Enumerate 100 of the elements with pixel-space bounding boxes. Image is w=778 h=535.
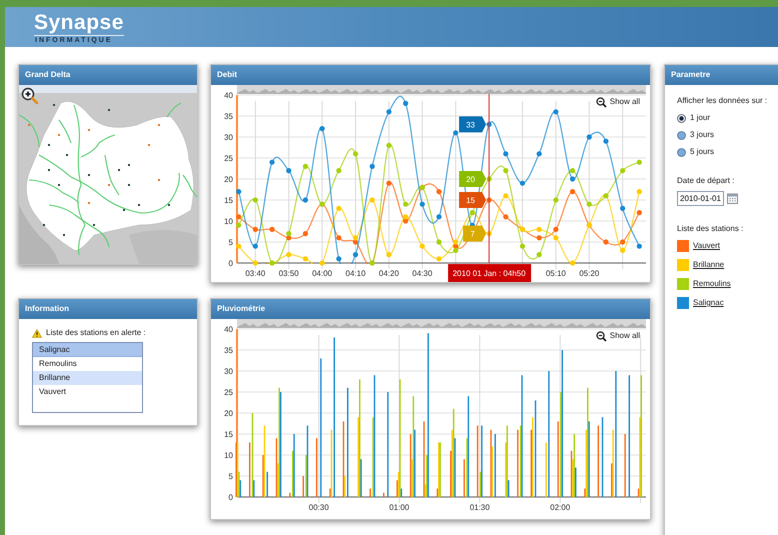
station-link[interactable]: Remoulins xyxy=(693,278,731,290)
panel-title: Information xyxy=(25,303,69,315)
x-tick-label: 02:00 xyxy=(550,503,570,512)
station-link[interactable]: Brillanne xyxy=(693,259,724,271)
calendar-icon[interactable] xyxy=(727,193,738,204)
data-point xyxy=(336,256,342,262)
data-point xyxy=(336,206,342,211)
y-tick-label: 20 xyxy=(224,409,233,418)
value-flag: 7 xyxy=(463,226,486,242)
y-tick-label: 10 xyxy=(224,451,233,460)
data-point xyxy=(536,151,542,156)
data-point xyxy=(286,252,292,258)
data-point xyxy=(553,235,558,240)
radio-label[interactable]: 5 jours xyxy=(690,146,714,158)
y-tick-label: 35 xyxy=(224,112,233,121)
data-point xyxy=(320,126,325,132)
data-point xyxy=(503,151,508,156)
data-point xyxy=(436,214,442,220)
data-point xyxy=(436,256,442,262)
data-point xyxy=(386,142,392,148)
data-point xyxy=(386,180,392,186)
station-link[interactable]: Vauvert xyxy=(693,240,720,252)
data-point xyxy=(536,235,542,240)
data-point xyxy=(603,138,609,144)
radio-label[interactable]: 1 jour xyxy=(690,112,710,124)
data-point xyxy=(336,168,342,174)
y-tick-label: 5 xyxy=(228,238,233,247)
data-point xyxy=(586,134,592,140)
data-point xyxy=(252,197,258,203)
data-point xyxy=(536,226,542,232)
alert-label: Liste des stations en alerte : xyxy=(46,327,146,339)
data-point xyxy=(236,189,242,194)
data-point xyxy=(352,151,358,156)
radio-label[interactable]: 3 jours xyxy=(690,129,714,141)
data-point xyxy=(520,180,526,186)
data-point xyxy=(420,244,425,249)
data-point xyxy=(553,109,558,114)
station-link[interactable]: Salignac xyxy=(693,297,724,309)
data-point xyxy=(302,197,308,203)
data-point xyxy=(420,202,425,207)
radio-button[interactable] xyxy=(677,148,686,156)
x-tick-label: 01:30 xyxy=(470,503,490,512)
station-list-item[interactable]: Salignac xyxy=(33,343,142,357)
station-list-item[interactable]: Brillanne xyxy=(33,371,142,385)
panel-title: Pluviométrie xyxy=(217,303,266,315)
data-point xyxy=(503,193,508,198)
y-tick-label: 10 xyxy=(224,217,233,226)
data-point xyxy=(570,176,576,182)
radio-button[interactable] xyxy=(677,130,686,140)
show-all-button[interactable]: Show all xyxy=(596,96,640,108)
station-listbox[interactable]: Salignac Remoulins Brillanne Vauvert xyxy=(32,342,143,413)
y-tick-label: 0 xyxy=(228,259,233,268)
value-flag: 15 xyxy=(459,192,486,208)
y-tick-label: 25 xyxy=(224,388,233,397)
data-point xyxy=(386,109,392,114)
y-tick-label: 0 xyxy=(228,493,233,502)
data-point xyxy=(620,239,626,245)
panel-title: Debit xyxy=(217,69,237,81)
date-input[interactable]: 2010-01-01 xyxy=(677,191,724,206)
show-all-button[interactable]: Show all xyxy=(596,330,640,342)
data-point xyxy=(636,189,642,194)
y-tick-label: 25 xyxy=(224,154,233,163)
zoom-in-icon[interactable] xyxy=(21,87,39,105)
data-point xyxy=(236,222,242,228)
data-point xyxy=(320,260,325,266)
radio-button[interactable] xyxy=(677,114,686,122)
y-tick-label: 20 xyxy=(224,175,233,184)
y-tick-label: 35 xyxy=(224,346,233,355)
data-point xyxy=(236,214,242,220)
x-tick-label: 01:00 xyxy=(389,503,410,512)
data-point xyxy=(302,164,308,169)
data-point xyxy=(486,176,492,182)
y-tick-label: 15 xyxy=(224,430,233,439)
data-point xyxy=(520,244,526,249)
data-point xyxy=(302,231,308,236)
logo-name: Synapse xyxy=(34,12,124,36)
data-point xyxy=(586,202,592,207)
zoom-out-icon xyxy=(596,96,607,108)
period-label: Afficher les données sur : xyxy=(677,95,768,107)
x-tick-label: 00:30 xyxy=(308,503,329,512)
data-point xyxy=(252,244,258,249)
data-point xyxy=(503,214,508,220)
data-point xyxy=(403,202,408,207)
data-point xyxy=(620,168,626,174)
data-point xyxy=(486,197,492,203)
data-point xyxy=(436,189,442,194)
x-tick-label: 05:20 xyxy=(579,269,600,278)
warning-icon xyxy=(32,328,42,338)
data-point xyxy=(570,260,576,266)
data-point xyxy=(236,244,242,249)
y-tick-label: 30 xyxy=(224,133,233,142)
x-tick-label: 03:40 xyxy=(245,269,266,278)
y-tick-label: 15 xyxy=(224,196,233,205)
value-flag: 33 xyxy=(459,116,486,132)
y-tick-label: 40 xyxy=(224,91,233,100)
x-tick-label: 04:10 xyxy=(346,269,366,278)
data-point xyxy=(553,226,558,232)
date-label: Date de départ : xyxy=(677,175,736,187)
data-point xyxy=(636,244,642,249)
data-point xyxy=(503,168,508,174)
